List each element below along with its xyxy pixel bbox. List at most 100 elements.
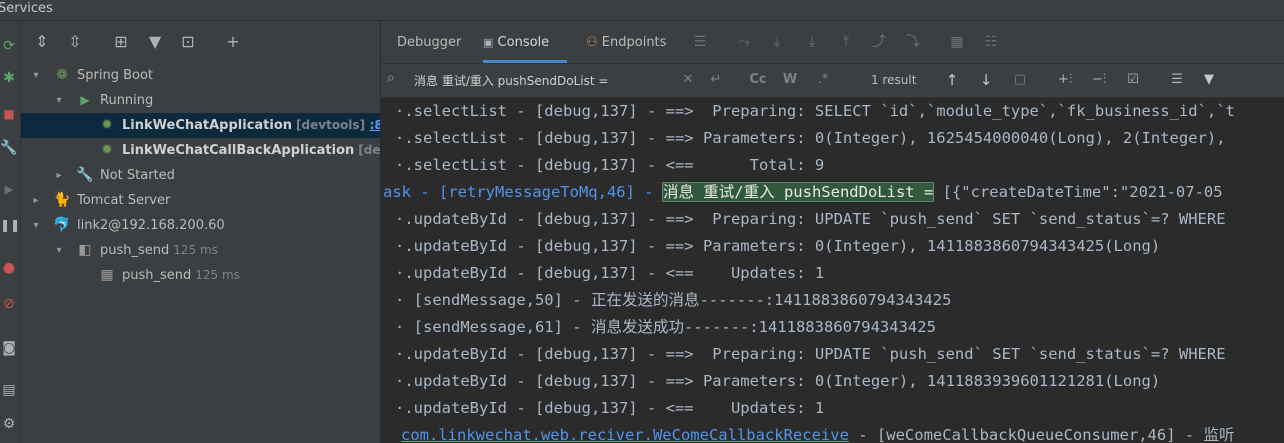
log-content: - [weComeCallbackQueueConsumer,46] - 监听 <box>848 426 1235 443</box>
select-all-occurrences-icon[interactable]: ☑ <box>1123 70 1143 90</box>
tree-node-database[interactable]: ▾ 🐬 link2@192.168.200.60 <box>21 213 380 238</box>
tree-node-running[interactable]: ▾ ▶ Running <box>21 88 380 113</box>
show-execution-point-icon[interactable]: ⤳ <box>734 32 754 52</box>
chevron-down-icon[interactable]: ▾ <box>29 63 43 88</box>
tree-node-push-send-session[interactable]: ▾ ◧ push_send 125 ms <box>21 238 380 263</box>
chevron-down-icon[interactable]: ▾ <box>52 238 66 263</box>
stop-icon[interactable]: ■ <box>0 105 18 123</box>
tomcat-icon: 🐈 <box>53 192 71 208</box>
menu-icon[interactable]: ☰ <box>690 32 710 52</box>
class-link[interactable]: com.linkwechat.web.reciver.WeComeCallbac… <box>401 426 849 443</box>
endpoints-icon: ⚇ <box>586 35 598 50</box>
filter-icon[interactable]: ▼ <box>1199 70 1219 90</box>
console-output[interactable]: ·.selectList - [debug,137] - ==> Prepari… <box>381 98 1284 443</box>
search-result-count: 1 result <box>871 73 917 87</box>
add-occurrence-icon[interactable]: +⫶ <box>1055 70 1075 90</box>
console-line: ·.selectList - [debug,137] - ==> Prepari… <box>395 102 1235 120</box>
rerun-icon[interactable]: ⟳ <box>0 37 18 55</box>
duration-label: 125 ms <box>173 243 218 257</box>
search-icon: ⌕ <box>387 70 395 86</box>
spring-boot-icon: ❁ <box>56 67 68 83</box>
settings-icon[interactable]: ⚙ <box>0 415 18 433</box>
tree-node-not-started[interactable]: ▸ 🔧 Not Started <box>21 163 380 188</box>
camera-icon[interactable]: ◙ <box>0 339 18 357</box>
services-tree-pane: ⇕ ⇳ ⊞ ▼ ⊡ + ▾ ❁ Spring Boot ▾ ▶ Running … <box>21 21 380 443</box>
previous-occurrence-icon[interactable]: ↑ <box>942 70 962 90</box>
table-icon: ▦ <box>100 267 114 283</box>
view-breakpoints-icon[interactable]: ● <box>0 259 18 277</box>
chevron-down-icon[interactable]: ▾ <box>52 88 66 113</box>
tree-node-label: Tomcat Server <box>77 193 171 208</box>
add-icon[interactable]: + <box>222 31 244 53</box>
wrench-icon[interactable]: 🔧 <box>0 139 18 157</box>
run-config-icon[interactable]: ✱ <box>0 69 18 87</box>
log-content: [{"createDateTime":"2021-07-05 <box>933 183 1223 201</box>
collapse-all-icon[interactable]: ⇳ <box>64 31 86 53</box>
console-line: · [sendMessage,50] - 正在发送的消息-------:1411… <box>395 291 952 309</box>
step-out-icon[interactable]: ⤒ <box>836 32 856 52</box>
select-all-icon[interactable]: ▢ <box>1010 70 1030 90</box>
filter-search-results-icon[interactable]: ☰ <box>1167 70 1187 90</box>
console-icon: ▣ <box>483 36 494 49</box>
console-line: ·.updateById - [debug,137] - <== Updates… <box>395 264 825 282</box>
tree-node-push-send-table[interactable]: ▦ push_send 125 ms <box>21 263 380 288</box>
step-over-icon[interactable]: ⤓ <box>767 32 787 52</box>
wrench-icon: 🔧 <box>76 167 94 183</box>
chevron-down-icon[interactable]: ▾ <box>29 213 43 238</box>
tree-node-tomcat-server[interactable]: ▸ 🐈 Tomcat Server <box>21 188 380 213</box>
new-line-icon[interactable]: ↵ <box>706 70 726 90</box>
chevron-right-icon[interactable]: ▸ <box>52 163 66 188</box>
tab-debugger[interactable]: Debugger <box>397 21 463 63</box>
run-output-pane: Debugger ▣ Console ⚇ Endpoints ☰ ⤳ ⤓ ⤓ ⤒… <box>381 21 1284 443</box>
console-line: · [sendMessage,61] - 消息发送成功-------:14118… <box>395 318 936 336</box>
tree-node-label: push_send <box>100 243 170 258</box>
console-line: ·.updateById - [debug,137] - ==> Prepari… <box>395 210 1226 228</box>
tab-label: Endpoints <box>601 35 667 50</box>
layout-icon[interactable]: ▤ <box>0 381 18 399</box>
left-toolbar: ⟳ ✱ ■ 🔧 ▶ ❚❚ ● ⊘ ◙ ▤ ⚙ <box>0 21 21 443</box>
next-occurrence-icon[interactable]: ↓ <box>976 70 996 90</box>
tree-node-label: LinkWeChatApplication <box>122 118 293 133</box>
remove-occurrence-icon[interactable]: −⫶ <box>1089 70 1109 90</box>
window-title: Services <box>0 1 53 16</box>
search-input[interactable]: 消息 重试/重入 pushSendDoList = <box>414 72 608 89</box>
new-tab-icon[interactable]: ⊡ <box>177 31 199 53</box>
trace-icon[interactable]: ☷ <box>981 32 1001 52</box>
mute-breakpoints-icon[interactable]: ⊘ <box>0 295 18 313</box>
whole-words-icon[interactable]: W <box>780 70 800 90</box>
regex-icon[interactable]: .* <box>813 70 833 90</box>
clear-icon[interactable]: ✕ <box>678 70 698 90</box>
title-bar: Services <box>0 0 1284 21</box>
session-icon: ◧ <box>78 242 92 258</box>
tree-node-linkwechat-application[interactable]: ✹ LinkWeChatApplication[devtools] :809 <box>21 113 380 138</box>
tree-node-label: push_send <box>122 268 192 283</box>
resume-icon[interactable]: ▶ <box>0 181 18 199</box>
chevron-right-icon[interactable]: ▸ <box>29 188 43 213</box>
run-to-cursor-icon[interactable]: ⤵ <box>903 32 923 52</box>
tree-node-spring-boot[interactable]: ▾ ❁ Spring Boot <box>21 63 380 88</box>
console-line: com.linkwechat.web.reciver.WeComeCallbac… <box>401 422 1235 443</box>
tree-node-linkwechat-callback-application[interactable]: ✹ LinkWeChatCallBackApplication[devtools <box>21 138 380 163</box>
console-line: ·.updateById - [debug,137] - ==> Paramet… <box>395 372 1161 390</box>
spring-app-icon: ✹ <box>101 142 113 158</box>
console-line: ask - [retryMessageToMq,46] - 消息 重试/重入 p… <box>383 179 1223 206</box>
pause-icon[interactable]: ❚❚ <box>0 216 20 234</box>
tab-endpoints[interactable]: ⚇ Endpoints <box>586 21 678 63</box>
evaluate-icon[interactable]: ▦ <box>947 32 967 52</box>
expand-all-icon[interactable]: ⇕ <box>31 31 53 53</box>
tree-node-label: Spring Boot <box>77 68 154 83</box>
run-icon: ▶ <box>80 93 90 107</box>
drop-frame-icon[interactable]: ⤴ <box>869 32 889 52</box>
tab-console[interactable]: ▣ Console <box>483 21 567 63</box>
step-into-icon[interactable]: ⤓ <box>802 32 822 52</box>
match-case-icon[interactable]: Cc <box>748 70 768 90</box>
port-link[interactable]: :809 <box>370 118 380 132</box>
tab-label: Debugger <box>397 35 462 50</box>
console-line: ·.updateById - [debug,137] - <== Updates… <box>395 399 825 417</box>
console-line: ·.selectList - [debug,137] - ==> Paramet… <box>395 129 1235 147</box>
spring-app-icon: ✹ <box>101 117 113 133</box>
tab-label: Console <box>497 35 550 50</box>
filter-icon[interactable]: ▼ <box>144 31 166 53</box>
group-icon[interactable]: ⊞ <box>110 31 132 53</box>
console-line: ·.selectList - [debug,137] - <== Total: … <box>395 156 825 174</box>
